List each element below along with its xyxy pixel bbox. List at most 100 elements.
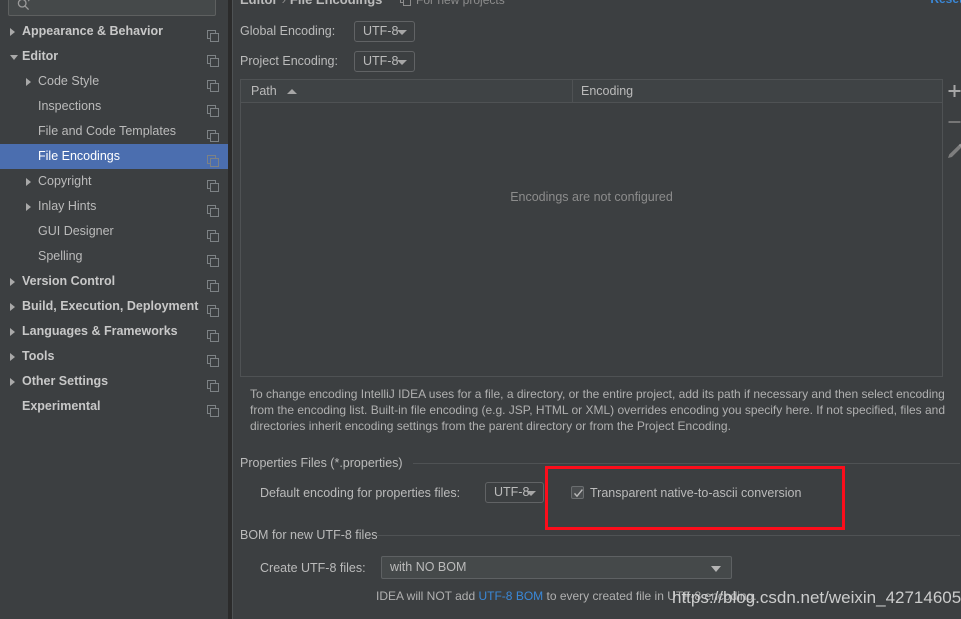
chevron-right-icon[interactable]	[26, 178, 31, 186]
default-properties-encoding-dropdown[interactable]: UTF-8	[485, 482, 544, 503]
sidebar-item-label: Inspections	[38, 99, 102, 113]
sidebar-item-label: Tools	[22, 349, 55, 363]
sidebar-item-code-style[interactable]: Code Style	[0, 69, 228, 94]
sidebar-item-file-encodings[interactable]: File Encodings	[0, 144, 228, 169]
sidebar-item-languages-frameworks[interactable]: Languages & Frameworks	[0, 319, 228, 344]
watermark: https://blog.csdn.net/weixin_42714605	[672, 588, 961, 607]
edit-encoding-button[interactable]	[943, 138, 961, 166]
copy-settings-icon[interactable]	[207, 176, 219, 192]
add-encoding-button[interactable]	[943, 78, 961, 106]
chevron-right-icon[interactable]	[26, 78, 31, 86]
settings-dialog: Appearance & Behavior Editor Code Style Ins…	[0, 0, 961, 619]
sidebar-item-spelling[interactable]: Spelling	[0, 244, 228, 269]
sidebar-item-other-settings[interactable]: Other Settings	[0, 369, 228, 394]
chevron-down-icon	[397, 30, 407, 35]
sidebar-item-version-control[interactable]: Version Control	[0, 269, 228, 294]
copy-settings-icon[interactable]	[207, 151, 219, 167]
copy-settings-icon[interactable]	[207, 101, 219, 117]
empty-table-message: Encodings are not configured	[510, 190, 673, 204]
sidebar-item-label: GUI Designer	[38, 224, 114, 238]
sidebar-item-experimental[interactable]: Experimental	[0, 394, 228, 419]
column-header-encoding[interactable]: Encoding	[581, 80, 633, 103]
copy-settings-icon[interactable]	[207, 126, 219, 142]
sidebar-item-gui-designer[interactable]: GUI Designer	[0, 219, 228, 244]
chevron-right-icon[interactable]	[10, 278, 15, 286]
project-encoding-dropdown[interactable]: UTF-8	[354, 51, 415, 72]
global-encoding-label: Global Encoding:	[240, 24, 336, 38]
sidebar-item-inlay-hints[interactable]: Inlay Hints	[0, 194, 228, 219]
bom-group-line	[376, 535, 960, 536]
sidebar-item-copyright[interactable]: Copyright	[0, 169, 228, 194]
sidebar-item-label: Code Style	[38, 74, 100, 88]
copy-settings-icon	[400, 0, 411, 6]
breadcrumb-separator: ›	[278, 0, 290, 7]
sidebar-item-file-and-code-templates[interactable]: File and Code Templates	[0, 119, 228, 144]
breadcrumb-current: File Encodings	[290, 0, 382, 7]
sidebar-item-label: File Encodings	[38, 149, 120, 163]
chevron-right-icon[interactable]	[10, 328, 15, 336]
utf8-bom-link[interactable]: UTF-8 BOM	[478, 589, 543, 603]
sidebar-item-label: Spelling	[38, 249, 83, 263]
encodings-table[interactable]: Path Encoding Encodings are not configur…	[240, 79, 943, 377]
copy-settings-icon[interactable]	[207, 276, 219, 292]
sidebar-item-label: Languages & Frameworks	[22, 324, 178, 338]
bom-hint-prefix: IDEA will NOT add	[376, 589, 479, 603]
copy-settings-icon[interactable]	[207, 376, 219, 392]
copy-settings-icon[interactable]	[207, 26, 219, 42]
copy-settings-icon[interactable]	[207, 51, 219, 67]
transparent-native-to-ascii-checkbox[interactable]	[571, 486, 584, 499]
create-utf8-files-value: with NO BOM	[390, 560, 467, 574]
sort-ascending-icon	[286, 89, 297, 94]
table-toolbar	[943, 78, 961, 378]
chevron-down-icon	[711, 566, 721, 572]
copy-settings-icon[interactable]	[207, 301, 219, 317]
for-new-projects-link[interactable]: For new projects	[400, 0, 505, 7]
sidebar-item-label: Build, Execution, Deployment	[22, 299, 199, 313]
project-encoding-value: UTF-8	[363, 54, 399, 68]
sidebar-item-label: Inlay Hints	[38, 199, 97, 213]
settings-search-input[interactable]	[8, 0, 216, 16]
breadcrumb-parent[interactable]: Editor	[240, 0, 278, 7]
settings-sidebar: Appearance & Behavior Editor Code Style Ins…	[0, 0, 228, 619]
chevron-down-icon	[397, 60, 407, 65]
copy-settings-icon[interactable]	[207, 326, 219, 342]
search-icon	[17, 0, 30, 11]
properties-files-group-title: Properties Files (*.properties)	[240, 456, 409, 470]
file-encodings-panel: Editor›File Encodings For new projects R…	[233, 0, 961, 619]
sidebar-item-label: File and Code Templates	[38, 124, 177, 138]
sidebar-item-label: Copyright	[38, 174, 92, 188]
global-encoding-dropdown[interactable]: UTF-8	[354, 21, 415, 42]
sidebar-item-label: Appearance & Behavior	[22, 24, 164, 38]
sidebar-item-label: Experimental	[22, 399, 101, 413]
settings-tree: Appearance & Behavior Editor Code Style Ins…	[0, 19, 228, 419]
transparent-native-to-ascii-label[interactable]: Transparent native-to-ascii conversion	[590, 486, 801, 500]
chevron-right-icon[interactable]	[10, 303, 15, 311]
sidebar-item-editor[interactable]: Editor	[0, 44, 228, 69]
column-divider[interactable]	[572, 80, 573, 103]
copy-settings-icon[interactable]	[207, 351, 219, 367]
chevron-down-icon[interactable]	[10, 55, 18, 60]
copy-settings-icon[interactable]	[207, 226, 219, 242]
sidebar-item-build-execution-deployment[interactable]: Build, Execution, Deployment	[0, 294, 228, 319]
chevron-right-icon[interactable]	[26, 203, 31, 211]
sidebar-item-inspections[interactable]: Inspections	[0, 94, 228, 119]
remove-encoding-button[interactable]	[943, 108, 961, 136]
copy-settings-icon[interactable]	[207, 251, 219, 267]
sidebar-item-label: Version Control	[22, 274, 116, 288]
table-header: Path Encoding	[241, 80, 942, 103]
sidebar-item-appearance-behavior[interactable]: Appearance & Behavior	[0, 19, 228, 44]
chevron-right-icon[interactable]	[10, 378, 15, 386]
copy-settings-icon[interactable]	[207, 201, 219, 217]
copy-settings-icon[interactable]	[207, 401, 219, 417]
column-header-path[interactable]: Path	[251, 80, 297, 103]
create-utf8-files-dropdown[interactable]: with NO BOM	[381, 556, 732, 579]
checkmark-icon	[573, 489, 583, 498]
chevron-right-icon[interactable]	[10, 28, 15, 36]
copy-settings-icon[interactable]	[207, 76, 219, 92]
create-utf8-files-label: Create UTF-8 files:	[260, 561, 366, 575]
for-new-projects-label: For new projects	[416, 0, 505, 7]
chevron-right-icon[interactable]	[10, 353, 15, 361]
sidebar-item-tools[interactable]: Tools	[0, 344, 228, 369]
sidebar-item-label: Other Settings	[22, 374, 109, 388]
reset-link[interactable]: Reset	[930, 0, 961, 6]
